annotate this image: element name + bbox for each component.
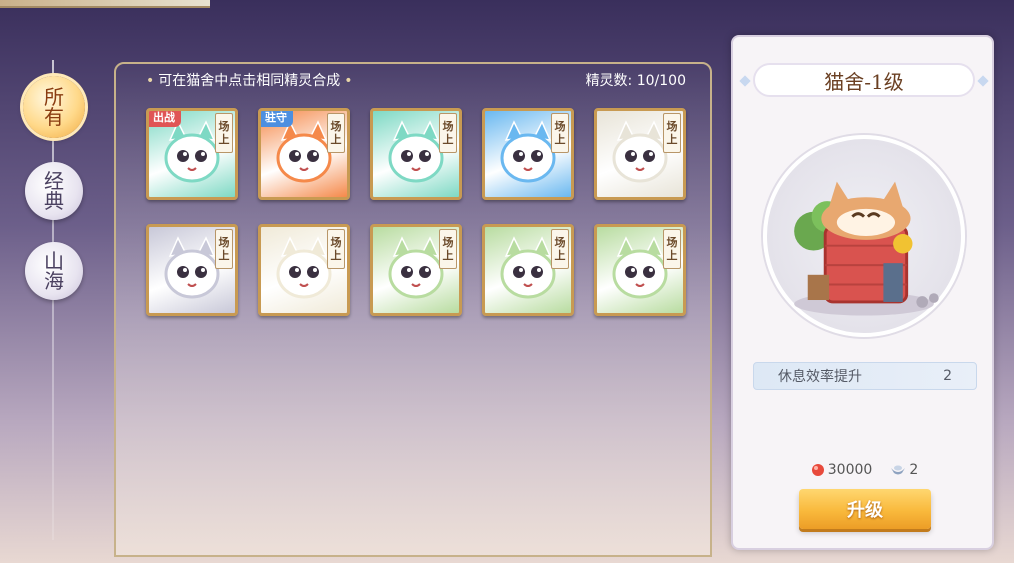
spirit-card[interactable]: 场上 [482,224,574,316]
spirit-card[interactable]: 场上 [482,108,574,200]
silver-ingot-icon [891,465,906,475]
merge-hint-text: 可在猫舍中点击相同精灵合成 [146,70,353,90]
top-banner-strip [0,0,210,8]
gold-cost-value: 30000 [827,462,873,478]
gold-cost: 30000 [811,462,873,478]
onfield-tag-top: 场 [442,120,454,133]
tab-mountain-sea[interactable]: 山 海 [25,242,83,300]
cat-house-image [763,135,965,337]
silver-cost: 2 [890,462,918,478]
onfield-tag: 场上 [551,113,569,153]
onfield-tag-bottom: 上 [330,133,342,146]
onfield-tag: 场上 [663,113,681,153]
status-badge: 出战 [149,111,181,127]
spirit-count-value: 10/100 [636,73,686,89]
upgrade-cost: 30000 2 [733,459,996,481]
onfield-tag: 场上 [663,229,681,269]
tab-all-label-bottom: 有 [44,105,64,129]
spirit-card[interactable]: 场上 [258,224,350,316]
spirit-card[interactable]: 场上 [370,224,462,316]
onfield-tag-top: 场 [330,236,342,249]
onfield-tag: 场上 [327,113,345,153]
onfield-tag-top: 场 [442,236,454,249]
onfield-tag-bottom: 上 [442,249,454,262]
building-panel: 猫舍-1级 休息效率提升 2 30000 2 升级 [731,35,994,550]
status-badge: 驻守 [261,111,293,127]
tab-classic-label-bottom: 典 [44,189,64,213]
onfield-tag-top: 场 [666,120,678,133]
spirit-panel: 可在猫舍中点击相同精灵合成 精灵数: 10/100 场上出战场上驻守场上场上场上… [114,62,712,557]
tab-all-label-top: 所 [44,85,64,109]
onfield-tag-top: 场 [218,120,230,133]
onfield-tag: 场上 [439,113,457,153]
spirit-card[interactable]: 场上 [146,224,238,316]
onfield-tag-top: 场 [666,236,678,249]
stat-label: 休息效率提升 [778,369,862,385]
onfield-tag: 场上 [439,229,457,269]
onfield-tag-top: 场 [554,236,566,249]
cat-house-illustration [794,181,939,316]
stat-value: 2 [943,368,952,384]
spirit-grid: 场上出战场上驻守场上场上场上场上场上场上场上场上 [146,108,686,316]
spirit-count: 精灵数: 10/100 [586,70,686,90]
onfield-tag-top: 场 [330,120,342,133]
spirit-card[interactable]: 场上 [370,108,462,200]
tab-mountain-sea-label-top: 山 [44,249,64,273]
onfield-tag-bottom: 上 [554,133,566,146]
tab-classic-label-top: 经 [44,169,64,193]
tab-mountain-sea-label-bottom: 海 [44,269,64,293]
spirit-card[interactable]: 场上 [594,108,686,200]
onfield-tag: 场上 [327,229,345,269]
onfield-tag-bottom: 上 [666,249,678,262]
onfield-tag: 场上 [215,113,233,153]
onfield-tag-top: 场 [218,236,230,249]
spirit-card[interactable]: 场上 驻守 [258,108,350,200]
onfield-tag-bottom: 上 [218,133,230,146]
spirit-count-label: 精灵数: [585,73,633,89]
onfield-tag: 场上 [215,229,233,269]
spirit-card[interactable]: 场上 出战 [146,108,238,200]
onfield-tag-bottom: 上 [666,133,678,146]
building-title: 猫舍-1级 [753,63,975,97]
onfield-tag-top: 场 [554,120,566,133]
silver-cost-value: 2 [909,462,919,478]
onfield-tag: 场上 [551,229,569,269]
tab-classic[interactable]: 经 典 [25,162,83,220]
red-gem-icon [811,464,824,476]
onfield-tag-bottom: 上 [330,249,342,262]
tab-all[interactable]: 所 有 [23,76,85,138]
spirit-card[interactable]: 场上 [594,224,686,316]
onfield-tag-bottom: 上 [218,249,230,262]
rest-efficiency-stat: 休息效率提升 2 [753,362,977,390]
panel-header: 可在猫舍中点击相同精灵合成 精灵数: 10/100 [116,64,710,96]
upgrade-button[interactable]: 升级 [799,489,931,529]
onfield-tag-bottom: 上 [442,133,454,146]
onfield-tag-bottom: 上 [554,249,566,262]
